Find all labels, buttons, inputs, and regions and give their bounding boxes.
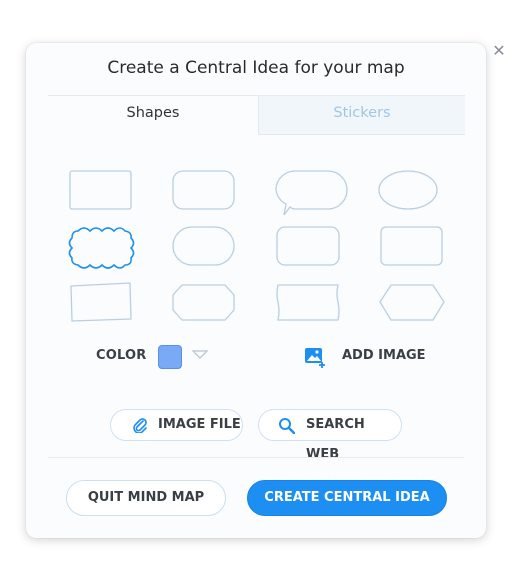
image-file-button[interactable]: IMAGE FILE	[110, 409, 243, 441]
shape-rounded-rectangle[interactable]	[172, 170, 235, 210]
color-swatch[interactable]	[158, 345, 182, 369]
shape-skewed-rectangle[interactable]	[70, 282, 132, 322]
color-label: COLOR	[96, 348, 147, 363]
paperclip-icon	[133, 418, 147, 433]
footer-divider	[48, 457, 464, 458]
shape-cloud[interactable]	[68, 227, 135, 269]
shape-octagon-pill[interactable]	[172, 284, 235, 321]
shape-hexagon[interactable]	[379, 284, 445, 321]
add-image-icon[interactable]	[304, 346, 328, 368]
close-icon[interactable]: ✕	[490, 42, 508, 60]
shape-speech-bubble[interactable]	[275, 170, 348, 216]
quit-mind-map-button[interactable]: QUIT MIND MAP	[66, 480, 226, 516]
search-icon	[279, 418, 295, 434]
central-idea-dialog: Create a Central Idea for your map Shape…	[26, 43, 486, 538]
shape-rectangle[interactable]	[69, 170, 132, 210]
create-central-idea-button[interactable]: CREATE CENTRAL IDEA	[247, 480, 447, 516]
chevron-down-icon[interactable]	[192, 350, 208, 360]
shape-wavy-rectangle[interactable]	[276, 284, 340, 321]
shape-stadium[interactable]	[172, 226, 235, 266]
shape-ellipse[interactable]	[378, 170, 438, 210]
image-file-label: IMAGE FILE	[158, 417, 241, 432]
search-web-label: SEARCH WEB	[306, 417, 365, 462]
shape-rounded-rectangle-soft[interactable]	[276, 226, 340, 266]
shape-rounded-rectangle-wide[interactable]	[380, 226, 443, 266]
search-web-button[interactable]: SEARCH WEB	[258, 409, 402, 462]
shape-grid	[68, 170, 445, 322]
add-image-button[interactable]: ADD IMAGE	[342, 348, 426, 363]
